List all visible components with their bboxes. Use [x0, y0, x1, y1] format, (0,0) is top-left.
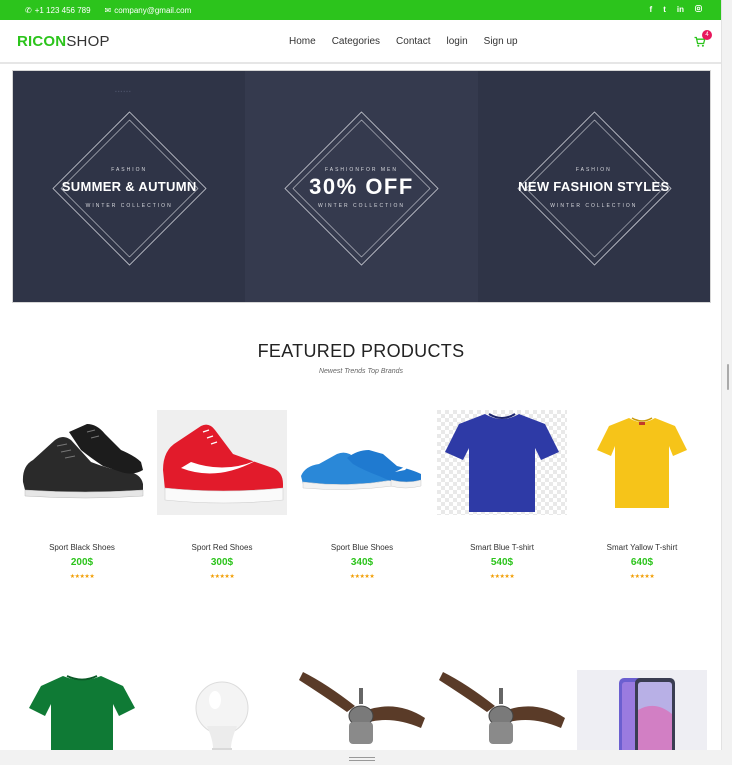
product-rating: ★★★★★	[489, 574, 515, 580]
banner-panel-new[interactable]: FASHION NEW FASHION STYLES WINTER COLLEC…	[477, 71, 710, 302]
banner-panel-sale[interactable]: FASHIONFOR MEN 30% OFF WINTER COLLECTION	[245, 71, 478, 302]
banner-subline: WINTER COLLECTION	[85, 203, 173, 209]
product-price: 340$	[350, 557, 374, 568]
nav-contact[interactable]: Contact	[396, 36, 430, 47]
product-rating: ★★★★★	[209, 574, 235, 580]
product-name[interactable]: Sport Blue Shoes	[297, 543, 427, 552]
cart-button[interactable]: 4	[694, 30, 712, 49]
banner-watermark: ▪▪▪▪▪▪	[115, 89, 132, 95]
top-bar: ✆ +1 123 456 789 ✉ company@gmail.com f t…	[0, 0, 721, 20]
yellow-tshirt-image[interactable]	[577, 410, 707, 515]
bottom-bar	[0, 750, 732, 765]
email-contact[interactable]: ✉ company@gmail.com	[105, 6, 192, 15]
banner-kicker: FASHION	[575, 167, 612, 173]
blue-tshirt-image[interactable]	[437, 410, 567, 515]
social-links: f t in	[650, 5, 702, 14]
nav-categories[interactable]: Categories	[332, 36, 380, 47]
banner-headline: 30% OFF	[309, 174, 414, 199]
banner-panel-summer[interactable]: ▪▪▪▪▪▪ FASHION SUMMER & AUTUMN WINTER CO…	[13, 71, 246, 302]
ceiling-fan-image[interactable]	[297, 670, 427, 750]
contact-info: ✆ +1 123 456 789 ✉ company@gmail.com	[25, 6, 191, 15]
main-nav: Home Categories Contact login Sign up	[289, 36, 534, 47]
logo-part-ricon: RICON	[17, 33, 67, 50]
page-frame: ✆ +1 123 456 789 ✉ company@gmail.com f t…	[0, 0, 722, 750]
site-header: RICONSHOP Home Categories Contact login …	[0, 20, 721, 64]
scrollbar-thumb[interactable]	[727, 364, 729, 390]
banner-headline: SUMMER & AUTUMN	[61, 179, 197, 194]
nav-signup[interactable]: Sign up	[484, 36, 518, 47]
product-rating: ★★★★★	[629, 574, 655, 580]
red-shoes-image[interactable]	[157, 410, 287, 515]
banner-subline: WINTER COLLECTION	[550, 203, 638, 209]
twitter-icon[interactable]: t	[663, 5, 666, 14]
product-rating: ★★★★★	[349, 574, 375, 580]
phone-text: +1 123 456 789	[34, 6, 91, 15]
product-name[interactable]: Smart Blue T-shirt	[437, 543, 567, 552]
banner-kicker: FASHION	[111, 167, 148, 173]
section-subtitle: Newest Trends Top Brands	[318, 368, 404, 375]
banner-subline: WINTER COLLECTION	[317, 203, 406, 209]
logo-part-shop: SHOP	[66, 33, 110, 50]
product-price: 640$	[630, 557, 654, 568]
black-shoes-image[interactable]	[17, 410, 147, 515]
resize-grip-icon[interactable]	[349, 757, 375, 761]
smartphone-image[interactable]	[577, 670, 707, 750]
nav-login[interactable]: login	[447, 36, 468, 47]
mail-icon: ✉	[104, 6, 112, 15]
instagram-icon[interactable]	[695, 5, 702, 14]
ceiling-fan-image[interactable]	[437, 670, 567, 750]
product-rating: ★★★★★	[69, 574, 95, 580]
cart-count-badge: 4	[702, 30, 712, 40]
facebook-icon[interactable]: f	[650, 5, 653, 14]
section-title: FEATURED PRODUCTS	[257, 341, 465, 361]
product-price: 200$	[70, 557, 94, 568]
light-bulb-image[interactable]	[157, 670, 287, 750]
product-name[interactable]: Smart Yallow T-shirt	[577, 543, 707, 552]
vertical-scrollbar[interactable]	[722, 0, 732, 750]
linkedin-icon[interactable]: in	[677, 5, 684, 14]
green-tshirt-image[interactable]	[17, 670, 147, 750]
email-text: company@gmail.com	[114, 6, 192, 15]
product-name[interactable]: Sport Black Shoes	[17, 543, 147, 552]
product-price: 540$	[490, 557, 514, 568]
hero-banner[interactable]: ▪▪▪▪▪▪ FASHION SUMMER & AUTUMN WINTER CO…	[12, 70, 711, 303]
blue-shoes-image[interactable]	[297, 410, 427, 515]
phone-contact[interactable]: ✆ +1 123 456 789	[25, 6, 91, 15]
nav-home[interactable]: Home	[289, 36, 316, 47]
product-name[interactable]: Sport Red Shoes	[157, 543, 287, 552]
banner-kicker: FASHIONFOR MEN	[324, 167, 398, 173]
banner-headline: NEW FASHION STYLES	[518, 179, 670, 194]
product-price: 300$	[210, 557, 234, 568]
site-logo[interactable]: RICONSHOP	[17, 33, 110, 50]
phone-icon: ✆	[25, 6, 32, 15]
